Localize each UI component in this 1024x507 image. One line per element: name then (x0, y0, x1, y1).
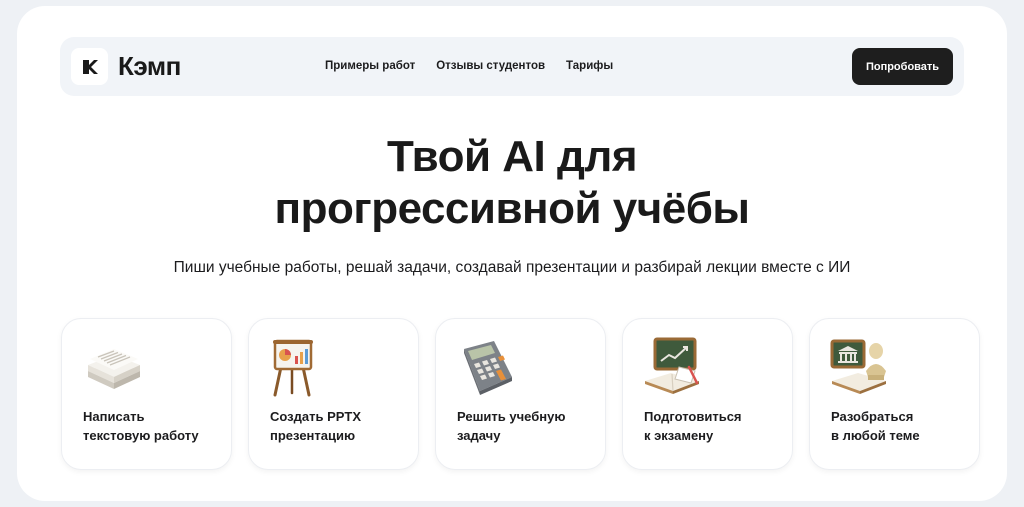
chalkboard-books-icon (645, 337, 699, 394)
feature-card-any-topic[interactable]: Разобраться в любой теме (809, 318, 980, 470)
feature-label-line1: Решить учебную (457, 409, 566, 424)
feature-label-line1: Разобраться (831, 409, 914, 424)
feature-label-line2: текстовую работу (83, 428, 199, 443)
feature-label-line1: Подготовиться (644, 409, 742, 424)
top-navbar: Кэмп Примеры работ Отзывы студентов Тари… (60, 37, 964, 96)
nav-link-reviews[interactable]: Отзывы студентов (436, 57, 545, 75)
feature-card-solve-task[interactable]: Решить учебную задачу (435, 318, 606, 470)
hero-subtitle: Пиши учебные работы, решай задачи, созда… (173, 259, 851, 276)
feature-label-line2: в любой теме (831, 428, 920, 443)
feature-card-presentation[interactable]: Создать PPTX презентацию (248, 318, 419, 470)
feature-label-line2: к экзамену (644, 428, 714, 443)
feature-card-exam-prep[interactable]: Подготовиться к экзамену (622, 318, 793, 470)
logo-badge[interactable] (71, 48, 108, 85)
hero-title: Твой AI для прогрессивной учёбы (0, 131, 1024, 235)
feature-label-line2: презентацию (270, 428, 356, 443)
feature-card-text-work[interactable]: Написать текстовую работу (61, 318, 232, 470)
nav-links: Примеры работ Отзывы студентов Тарифы (325, 57, 613, 75)
feature-label-line1: Создать PPTX (270, 409, 362, 424)
hero-title-line1: Твой AI для (386, 132, 638, 181)
feature-label-line1: Написать (83, 409, 145, 424)
paper-stack-icon (88, 349, 140, 389)
brand-name[interactable]: Кэмп (118, 50, 181, 82)
presentation-easel-icon (273, 339, 313, 397)
feature-label: Подготовиться к экзамену (644, 407, 784, 445)
logo-k-icon (82, 59, 98, 74)
nav-link-pricing[interactable]: Тарифы (566, 57, 613, 75)
feature-label: Разобраться в любой теме (831, 407, 971, 445)
calculator-icon (464, 341, 512, 395)
feature-label: Создать PPTX презентацию (270, 407, 410, 445)
feature-label: Написать текстовую работу (83, 407, 223, 445)
nav-link-examples[interactable]: Примеры работ (325, 57, 415, 75)
feature-label-line2: задачу (457, 428, 501, 443)
feature-label: Решить учебную задачу (457, 407, 597, 445)
museum-bust-icon (830, 339, 886, 394)
try-button[interactable]: Попробовать (852, 48, 953, 85)
hero-title-line2: прогрессивной учёбы (274, 184, 750, 233)
